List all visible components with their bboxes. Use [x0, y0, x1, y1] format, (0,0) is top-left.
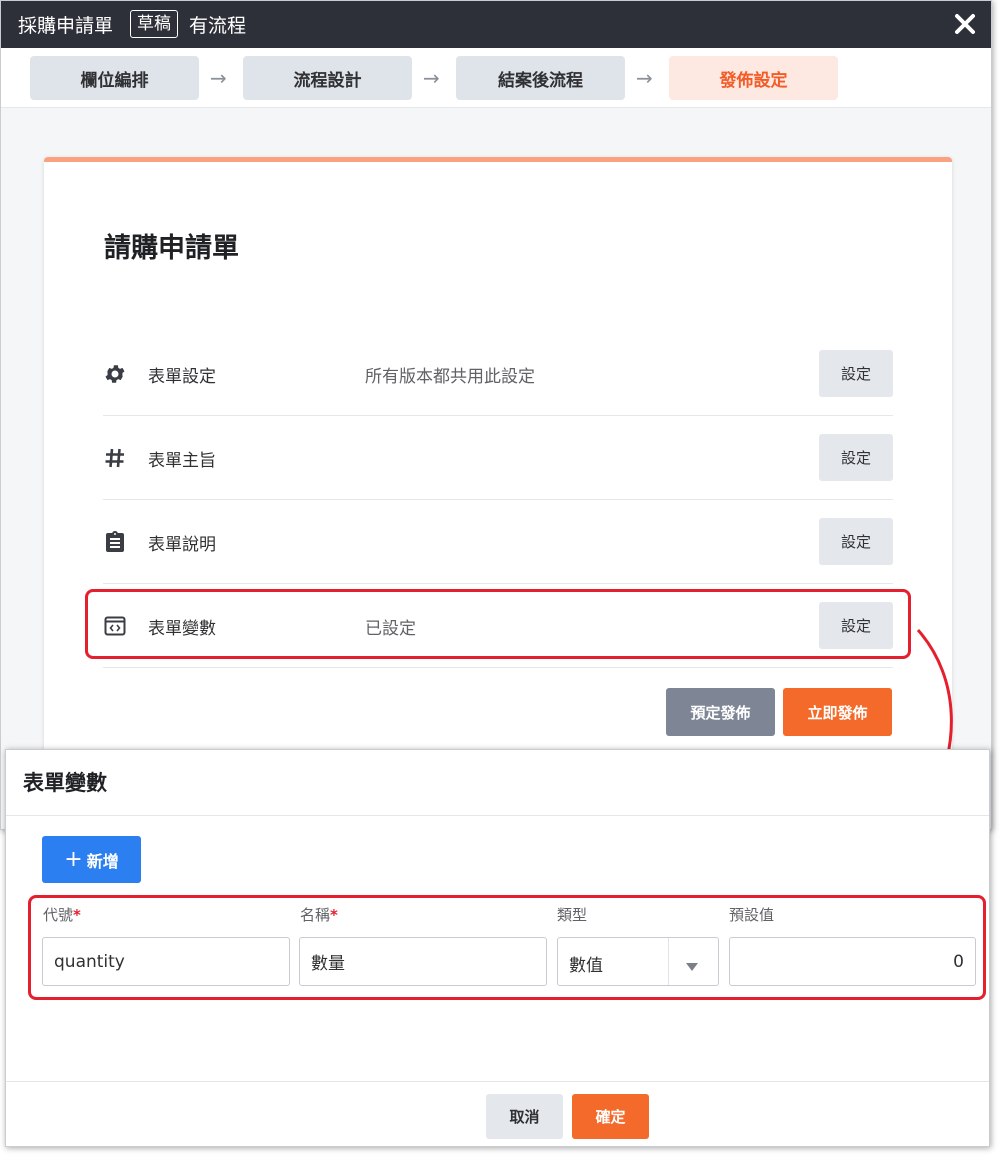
arrow-right-icon: →	[210, 66, 227, 90]
row-note: 所有版本都共用此設定	[365, 367, 535, 387]
publish-now-button[interactable]: 立即發佈	[783, 688, 892, 736]
code-input[interactable]	[42, 937, 290, 986]
form-settings-button[interactable]: 設定	[819, 350, 893, 397]
form-subject-button[interactable]: 設定	[819, 434, 893, 481]
row-form-settings: 表單設定 所有版本都共用此設定 設定	[103, 332, 893, 416]
step-flow-design[interactable]: 流程設計	[243, 56, 412, 100]
type-select-value: 數值	[569, 956, 603, 976]
close-icon[interactable]	[952, 11, 978, 37]
cancel-button[interactable]: 取消	[486, 1094, 563, 1139]
default-value-input[interactable]	[729, 937, 976, 986]
step-field-layout[interactable]: 欄位編排	[30, 56, 199, 100]
draft-badge: 草稿	[130, 10, 178, 38]
hash-icon	[103, 446, 127, 470]
row-form-description: 表單說明 設定	[103, 500, 893, 584]
row-note: 已設定	[365, 619, 416, 639]
schedule-publish-button[interactable]: 預定發佈	[666, 688, 775, 736]
row-form-subject: 表單主旨 設定	[103, 416, 893, 500]
code-window-icon	[103, 614, 127, 638]
name-label: 名稱*	[300, 906, 338, 924]
divider	[6, 815, 989, 816]
window-title: 採購申請單	[18, 15, 114, 37]
caret-down-icon	[685, 957, 699, 971]
row-label: 表單主旨	[148, 451, 216, 471]
name-input[interactable]	[299, 937, 547, 986]
type-label: 類型	[557, 906, 588, 924]
row-label: 表單設定	[148, 367, 216, 387]
add-variable-button[interactable]: + 新增	[42, 836, 141, 883]
window-subtitle: 有流程	[189, 15, 247, 37]
form-variables-button[interactable]: 設定	[819, 602, 893, 649]
step-publish-settings[interactable]: 發佈設定	[669, 56, 838, 100]
divider	[668, 938, 669, 985]
row-label: 表單說明	[148, 535, 216, 555]
confirm-button[interactable]: 確定	[572, 1094, 649, 1139]
form-title: 請購申請單	[104, 233, 239, 264]
step-post-close-flow[interactable]: 結案後流程	[456, 56, 625, 100]
type-select[interactable]: 數值	[557, 937, 719, 986]
gear-icon	[103, 362, 127, 386]
dialog-title: 表單變數	[23, 771, 107, 795]
form-variables-dialog: 表單變數 + 新增 代號* 名稱* 類型 預設值 數值 取消 確定	[5, 749, 990, 1147]
arrow-right-icon: →	[636, 66, 653, 90]
plus-icon: +	[64, 846, 83, 872]
add-button-label: 新增	[86, 851, 119, 871]
form-description-button[interactable]: 設定	[819, 518, 893, 565]
arrow-right-icon: →	[423, 66, 440, 90]
row-label: 表單變數	[148, 619, 216, 639]
divider	[6, 1081, 989, 1082]
code-label: 代號*	[43, 906, 81, 924]
clipboard-icon	[103, 530, 127, 554]
title-bar: 採購申請單 草稿 有流程	[1, 1, 991, 48]
default-label: 預設值	[729, 906, 775, 924]
row-form-variables: 表單變數 已設定 設定	[103, 584, 893, 668]
step-bar: 欄位編排 → 流程設計 → 結案後流程 → 發佈設定	[1, 48, 991, 108]
